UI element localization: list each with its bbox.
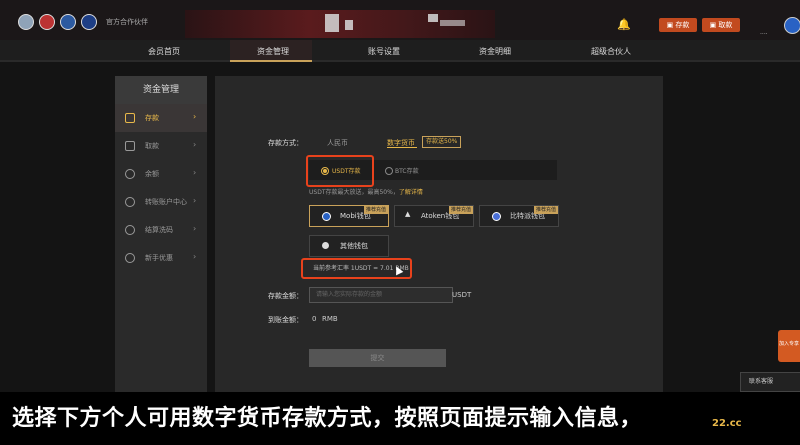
btc-option-label[interactable]: BTC存款	[395, 166, 419, 175]
chevron-right-icon: ›	[193, 168, 197, 177]
btc-radio[interactable]	[385, 167, 393, 175]
tab-rmb[interactable]: 人民币	[327, 138, 348, 148]
chevron-right-icon: ›	[193, 252, 197, 261]
floating-promo-button[interactable]: 加入专享	[778, 330, 800, 362]
floating-promo-text: 加入专享	[778, 341, 799, 347]
wallet-label: 其他钱包	[340, 242, 368, 250]
sidebar-item-promo[interactable]: 新手优惠 ›	[115, 244, 207, 272]
nav-item-partner[interactable]: 超级合伙人	[591, 46, 631, 57]
sidebar-title: 资金管理	[115, 76, 207, 104]
sidebar-item-label: 转账账户中心	[145, 198, 187, 206]
chevron-right-icon: ›	[193, 196, 197, 205]
received-label: 到账金额：	[268, 316, 303, 324]
amount-unit: USDT	[452, 291, 472, 299]
wallet-tag: 推荐充值	[533, 206, 558, 214]
wallet-bitpie[interactable]: 比特派钱包 推荐充值	[479, 205, 559, 227]
sidebar-item-label: 新手优惠	[145, 254, 173, 262]
nav-item-home[interactable]: 会员首页	[148, 46, 180, 57]
bell-icon[interactable]: 🔔	[617, 18, 631, 31]
amount-label: 存款金额：	[268, 292, 303, 300]
method-label: 存款方式：	[268, 139, 303, 147]
deposit-panel	[215, 76, 663, 392]
amount-input[interactable]: 请输入您实际存款的金额	[309, 287, 453, 303]
sidebar-item-settlement[interactable]: 结算洗码 ›	[115, 216, 207, 244]
partner-logo-2	[39, 14, 55, 30]
chevron-right-icon: ›	[193, 140, 197, 149]
received-value: 0	[312, 315, 317, 323]
withdraw-icon	[125, 141, 135, 151]
wallet-tag: 推荐充值	[363, 206, 388, 214]
sidebar-item-deposit[interactable]: 存款 ›	[115, 104, 207, 132]
rate-highlight-box	[301, 258, 412, 279]
tab-active-underline	[387, 147, 417, 148]
sidebar-item-label: 存款	[145, 114, 159, 122]
deposit-icon	[125, 113, 135, 123]
deposit-button[interactable]: ▣ 存款	[659, 18, 697, 32]
blurred-logo	[325, 14, 339, 32]
partner-logo-1	[18, 14, 34, 30]
user-name[interactable]: ....	[760, 29, 768, 36]
partner-logo-3	[60, 14, 76, 30]
sidebar-item-transfer[interactable]: 转账账户中心 ›	[115, 188, 207, 216]
wallet-atoken[interactable]: ▲ Atoken钱包 推荐充值	[394, 205, 474, 227]
partner-logo-4	[81, 14, 97, 30]
nav-item-account[interactable]: 账号设置	[368, 46, 400, 57]
sidebar-item-label: 余额	[145, 170, 159, 178]
sidebar-item-label: 结算洗码	[145, 226, 173, 234]
mobi-wallet-icon	[322, 212, 331, 221]
settlement-icon	[125, 225, 135, 235]
bitpie-wallet-icon	[492, 212, 501, 221]
promo-badge: 存款送50%	[422, 136, 462, 148]
nav-item-funds[interactable]: 资金管理	[257, 46, 289, 57]
subtitle-text: 选择下方个人可用数字货币存款方式，按照页面提示输入信息，	[12, 406, 643, 431]
learn-more-link[interactable]: 了解详情	[399, 189, 423, 196]
wallet-mobi[interactable]: Mobi钱包 推荐充值	[309, 205, 389, 227]
transfer-icon	[125, 197, 135, 207]
nav-item-details[interactable]: 资金明细	[479, 46, 511, 57]
balance-icon	[125, 169, 135, 179]
promo-icon	[125, 253, 135, 263]
sidebar-item-withdraw[interactable]: 取款 ›	[115, 132, 207, 160]
main-nav	[0, 40, 800, 62]
submit-button[interactable]: 提交	[309, 349, 446, 367]
sidebar-item-label: 取款	[145, 142, 159, 150]
watermark: 22.cc	[712, 418, 742, 429]
hint-text: USDT存款最大放送，最高50%，	[309, 189, 399, 196]
partner-logo-text: 官方合作伙伴	[106, 18, 148, 26]
wallet-tag: 推荐充值	[448, 206, 473, 214]
received-unit: RMB	[322, 315, 338, 323]
customer-service-button[interactable]: 联系客服	[740, 372, 800, 392]
chevron-right-icon: ›	[193, 224, 197, 233]
avatar[interactable]	[784, 17, 800, 34]
other-wallet-icon	[322, 242, 329, 249]
chevron-right-icon: ›	[193, 112, 197, 121]
usdt-highlight-box	[306, 155, 374, 187]
video-subtitle-bar: 选择下方个人可用数字货币存款方式，按照页面提示输入信息，	[0, 392, 800, 445]
blurred-logo	[345, 20, 353, 30]
blurred-text	[428, 14, 438, 22]
usdt-hint: USDT存款最大放送，最高50%，了解详情	[309, 187, 423, 196]
withdraw-button[interactable]: ▣ 取款	[702, 18, 740, 32]
sidebar-item-balance[interactable]: 余额 ›	[115, 160, 207, 188]
wallet-other[interactable]: 其他钱包	[309, 235, 389, 257]
partner-logos: 官方合作伙伴	[18, 14, 148, 30]
blurred-text	[440, 20, 465, 26]
sidebar: 资金管理 存款 › 取款 › 余额 › 转账账户中心 › 结算洗码 › 新手优惠…	[115, 76, 207, 392]
atoken-wallet-icon: ▲	[405, 210, 411, 218]
